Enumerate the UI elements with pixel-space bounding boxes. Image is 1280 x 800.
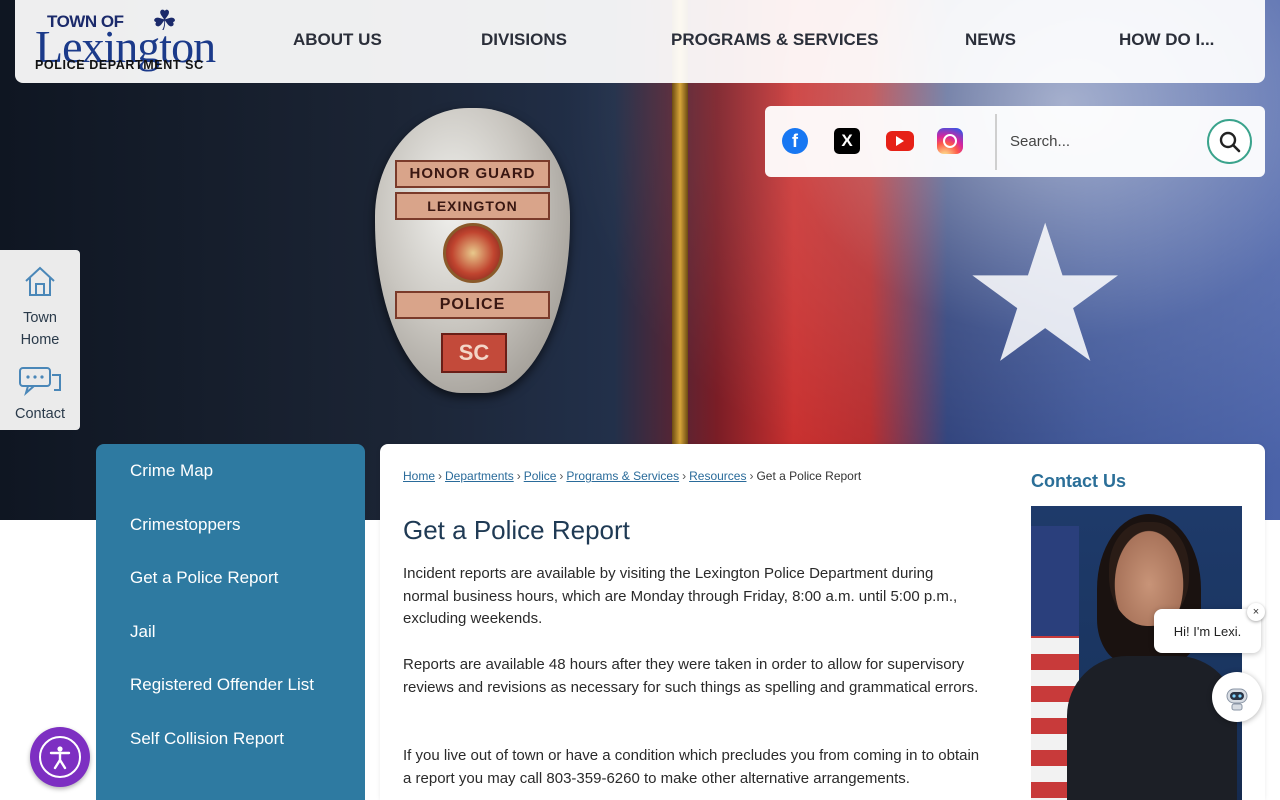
accessibility-ring <box>39 736 81 778</box>
logo-department-text: POLICE DEPARTMENT SC <box>35 58 204 72</box>
breadcrumb-separator: › <box>559 469 564 483</box>
accessibility-icon <box>49 746 71 770</box>
nav-programs-services[interactable]: PROGRAMS & SERVICES <box>671 30 879 50</box>
breadcrumb-separator: › <box>438 469 443 483</box>
facebook-icon[interactable]: f <box>782 128 808 154</box>
badge-ribbon-lexington: LEXINGTON <box>395 192 550 220</box>
badge-ribbon-honor-guard: HONOR GUARD <box>395 160 550 188</box>
chat-greeting-bubble[interactable]: Hi! I'm Lexi. <box>1154 609 1261 653</box>
photo-shirt <box>1067 656 1237 800</box>
camera-lens-icon <box>943 134 957 148</box>
sidebar-item-self-collision-report[interactable]: Self Collision Report <box>130 729 284 749</box>
social-search-panel: f X <box>765 106 1265 177</box>
page-title: Get a Police Report <box>403 515 630 545</box>
robot-icon <box>1226 688 1248 711</box>
breadcrumb-resources[interactable]: Resources <box>689 469 746 483</box>
search-icon <box>1219 131 1240 152</box>
town-home-link[interactable]: Town Home <box>0 264 80 351</box>
chatbot-launcher[interactable] <box>1212 672 1262 722</box>
chat-close-button[interactable]: × <box>1247 603 1265 621</box>
sidebar-item-registered-offender-list[interactable]: Registered Offender List <box>130 675 314 695</box>
sidebar-item-jail[interactable]: Jail <box>130 622 156 642</box>
nav-how-do-i[interactable]: HOW DO I... <box>1119 30 1214 50</box>
breadcrumb-departments[interactable]: Departments <box>445 469 514 483</box>
play-icon <box>896 136 904 146</box>
accessibility-button[interactable] <box>30 727 90 787</box>
breadcrumb-separator: › <box>749 469 754 483</box>
sidebar-item-crime-map[interactable]: Crime Map <box>130 461 213 481</box>
contact-us-heading: Contact Us <box>1031 471 1127 491</box>
chat-bubbles-icon <box>19 367 61 396</box>
panel-divider <box>995 114 997 170</box>
badge-seal-icon <box>443 223 503 283</box>
chat-greeting-text: Hi! I'm Lexi. <box>1173 623 1242 639</box>
contact-photo <box>1031 506 1242 800</box>
breadcrumb-programs-services[interactable]: Programs & Services <box>566 469 679 483</box>
top-navigation: TOWN OF ☘ Lexington POLICE DEPARTMENT SC… <box>15 0 1265 83</box>
breadcrumb-police[interactable]: Police <box>524 469 557 483</box>
nav-news[interactable]: NEWS <box>965 30 1016 50</box>
nav-about-us[interactable]: ABOUT US <box>293 30 382 50</box>
x-icon[interactable]: X <box>834 128 860 154</box>
badge-ribbon-police: POLICE <box>395 291 550 319</box>
sidebar-item-get-police-report[interactable]: Get a Police Report <box>130 568 278 588</box>
search-input[interactable] <box>1010 124 1200 158</box>
breadcrumb-current: Get a Police Report <box>756 469 862 483</box>
hero-star-icon: ★ <box>960 189 1131 401</box>
quick-links: Town Home Contact <box>0 250 80 430</box>
town-home-label: Town Home <box>20 310 60 348</box>
breadcrumb-separator: › <box>516 469 521 483</box>
site-logo[interactable]: TOWN OF ☘ Lexington POLICE DEPARTMENT SC <box>35 4 235 76</box>
breadcrumb: Home › Departments › Police › Programs & Servi… <box>403 469 861 483</box>
youtube-icon[interactable] <box>886 131 914 151</box>
main-content: Home › Departments › Police › Programs & Servi… <box>380 444 1265 800</box>
sidebar-item-crimestoppers[interactable]: Crimestoppers <box>130 515 241 535</box>
police-badge-image: HONOR GUARD LEXINGTON POLICE SC <box>375 108 570 393</box>
breadcrumb-home[interactable]: Home <box>403 469 435 483</box>
search-button[interactable] <box>1207 119 1252 164</box>
home-icon <box>25 266 55 296</box>
instagram-icon[interactable] <box>937 128 963 154</box>
paragraph-48-hours: Reports are available 48 hours after the… <box>403 656 979 696</box>
paragraph-out-of-town: If you live out of town or have a condit… <box>403 747 980 787</box>
badge-sc: SC <box>441 333 507 373</box>
contact-label: Contact <box>15 406 65 422</box>
contact-link[interactable]: Contact <box>0 366 80 425</box>
breadcrumb-separator: › <box>682 469 687 483</box>
sidebar-nav: Crime Map Crimestoppers Get a Police Rep… <box>96 444 365 800</box>
nav-divisions[interactable]: DIVISIONS <box>481 30 567 50</box>
paragraph-availability: Incident reports are available by visiti… <box>403 565 958 627</box>
